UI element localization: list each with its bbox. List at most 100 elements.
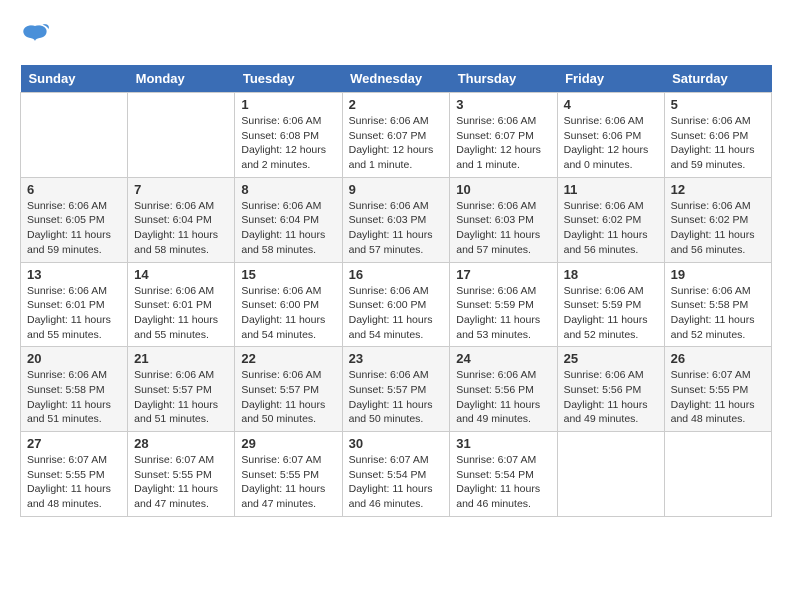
calendar-cell: 26 Sunrise: 6:07 AM Sunset: 5:55 PM Dayli…	[664, 347, 771, 432]
calendar-cell: 30 Sunrise: 6:07 AM Sunset: 5:54 PM Dayli…	[342, 432, 450, 517]
day-number: 6	[27, 182, 121, 197]
calendar-cell: 28 Sunrise: 6:07 AM Sunset: 5:55 PM Dayli…	[128, 432, 235, 517]
day-number: 27	[27, 436, 121, 451]
weekday-header-tuesday: Tuesday	[235, 65, 342, 93]
day-info: Sunrise: 6:06 AM Sunset: 6:00 PM Dayligh…	[349, 284, 444, 343]
calendar-cell: 21 Sunrise: 6:06 AM Sunset: 5:57 PM Dayli…	[128, 347, 235, 432]
day-info: Sunrise: 6:06 AM Sunset: 6:00 PM Dayligh…	[241, 284, 335, 343]
day-number: 19	[671, 267, 765, 282]
day-info: Sunrise: 6:06 AM Sunset: 5:59 PM Dayligh…	[456, 284, 550, 343]
day-info: Sunrise: 6:06 AM Sunset: 5:58 PM Dayligh…	[671, 284, 765, 343]
day-info: Sunrise: 6:07 AM Sunset: 5:55 PM Dayligh…	[134, 453, 228, 512]
calendar-cell: 1 Sunrise: 6:06 AM Sunset: 6:08 PM Daylig…	[235, 93, 342, 178]
calendar-header-row: SundayMondayTuesdayWednesdayThursdayFrid…	[21, 65, 772, 93]
calendar-cell: 7 Sunrise: 6:06 AM Sunset: 6:04 PM Daylig…	[128, 177, 235, 262]
calendar-cell: 15 Sunrise: 6:06 AM Sunset: 6:00 PM Dayli…	[235, 262, 342, 347]
day-number: 31	[456, 436, 550, 451]
calendar-cell: 16 Sunrise: 6:06 AM Sunset: 6:00 PM Dayli…	[342, 262, 450, 347]
day-number: 5	[671, 97, 765, 112]
calendar-cell: 11Sunrise: 6:06 AM Sunset: 6:02 PM Dayli…	[557, 177, 664, 262]
day-number: 29	[241, 436, 335, 451]
calendar-cell: 22 Sunrise: 6:06 AM Sunset: 5:57 PM Dayli…	[235, 347, 342, 432]
calendar-cell: 9Sunrise: 6:06 AM Sunset: 6:03 PM Daylig…	[342, 177, 450, 262]
day-info: Sunrise: 6:07 AM Sunset: 5:55 PM Dayligh…	[27, 453, 121, 512]
calendar-cell: 20 Sunrise: 6:06 AM Sunset: 5:58 PM Dayli…	[21, 347, 128, 432]
day-info: Sunrise: 6:06 AM Sunset: 5:56 PM Dayligh…	[564, 368, 658, 427]
weekday-header-saturday: Saturday	[664, 65, 771, 93]
day-number: 2	[349, 97, 444, 112]
day-number: 18	[564, 267, 658, 282]
day-number: 3	[456, 97, 550, 112]
day-info: Sunrise: 6:06 AM Sunset: 6:02 PM Dayligh…	[671, 199, 765, 258]
day-number: 25	[564, 351, 658, 366]
day-number: 8	[241, 182, 335, 197]
day-info: Sunrise: 6:06 AM Sunset: 6:07 PM Dayligh…	[349, 114, 444, 173]
day-info: Sunrise: 6:06 AM Sunset: 5:57 PM Dayligh…	[241, 368, 335, 427]
weekday-header-sunday: Sunday	[21, 65, 128, 93]
calendar-cell	[128, 93, 235, 178]
day-number: 22	[241, 351, 335, 366]
day-number: 17	[456, 267, 550, 282]
logo-icon	[20, 20, 50, 50]
calendar-cell: 17 Sunrise: 6:06 AM Sunset: 5:59 PM Dayli…	[450, 262, 557, 347]
day-info: Sunrise: 6:06 AM Sunset: 6:06 PM Dayligh…	[671, 114, 765, 173]
day-info: Sunrise: 6:06 AM Sunset: 5:57 PM Dayligh…	[134, 368, 228, 427]
day-number: 14	[134, 267, 228, 282]
calendar-cell: 14Sunrise: 6:06 AM Sunset: 6:01 PM Dayli…	[128, 262, 235, 347]
calendar-week-row: 27 Sunrise: 6:07 AM Sunset: 5:55 PM Dayli…	[21, 432, 772, 517]
day-number: 26	[671, 351, 765, 366]
day-info: Sunrise: 6:06 AM Sunset: 6:04 PM Dayligh…	[134, 199, 228, 258]
calendar-cell: 18 Sunrise: 6:06 AM Sunset: 5:59 PM Dayli…	[557, 262, 664, 347]
page-header	[20, 20, 772, 55]
calendar-cell: 10 Sunrise: 6:06 AM Sunset: 6:03 PM Dayli…	[450, 177, 557, 262]
day-info: Sunrise: 6:06 AM Sunset: 5:56 PM Dayligh…	[456, 368, 550, 427]
calendar-cell: 23Sunrise: 6:06 AM Sunset: 5:57 PM Dayli…	[342, 347, 450, 432]
calendar-cell: 3 Sunrise: 6:06 AM Sunset: 6:07 PM Daylig…	[450, 93, 557, 178]
day-info: Sunrise: 6:06 AM Sunset: 6:05 PM Dayligh…	[27, 199, 121, 258]
day-number: 10	[456, 182, 550, 197]
weekday-header-wednesday: Wednesday	[342, 65, 450, 93]
day-info: Sunrise: 6:06 AM Sunset: 6:08 PM Dayligh…	[241, 114, 335, 173]
calendar-cell	[557, 432, 664, 517]
calendar-week-row: 13 Sunrise: 6:06 AM Sunset: 6:01 PM Dayli…	[21, 262, 772, 347]
day-number: 11	[564, 182, 658, 197]
calendar-cell: 2 Sunrise: 6:06 AM Sunset: 6:07 PM Daylig…	[342, 93, 450, 178]
logo	[20, 20, 54, 55]
day-number: 21	[134, 351, 228, 366]
day-number: 7	[134, 182, 228, 197]
day-info: Sunrise: 6:06 AM Sunset: 6:07 PM Dayligh…	[456, 114, 550, 173]
calendar-cell: 31Sunrise: 6:07 AM Sunset: 5:54 PM Dayli…	[450, 432, 557, 517]
calendar-table: SundayMondayTuesdayWednesdayThursdayFrid…	[20, 65, 772, 517]
calendar-cell: 25 Sunrise: 6:06 AM Sunset: 5:56 PM Dayli…	[557, 347, 664, 432]
day-number: 16	[349, 267, 444, 282]
day-number: 24	[456, 351, 550, 366]
calendar-cell: 4Sunrise: 6:06 AM Sunset: 6:06 PM Daylig…	[557, 93, 664, 178]
day-number: 1	[241, 97, 335, 112]
weekday-header-monday: Monday	[128, 65, 235, 93]
calendar-cell	[21, 93, 128, 178]
day-number: 15	[241, 267, 335, 282]
calendar-cell: 6 Sunrise: 6:06 AM Sunset: 6:05 PM Daylig…	[21, 177, 128, 262]
day-number: 12	[671, 182, 765, 197]
day-info: Sunrise: 6:06 AM Sunset: 5:58 PM Dayligh…	[27, 368, 121, 427]
calendar-week-row: 1 Sunrise: 6:06 AM Sunset: 6:08 PM Daylig…	[21, 93, 772, 178]
day-number: 9	[349, 182, 444, 197]
day-number: 28	[134, 436, 228, 451]
weekday-header-thursday: Thursday	[450, 65, 557, 93]
day-info: Sunrise: 6:06 AM Sunset: 5:59 PM Dayligh…	[564, 284, 658, 343]
day-info: Sunrise: 6:07 AM Sunset: 5:54 PM Dayligh…	[349, 453, 444, 512]
day-info: Sunrise: 6:06 AM Sunset: 6:03 PM Dayligh…	[456, 199, 550, 258]
calendar-cell: 19 Sunrise: 6:06 AM Sunset: 5:58 PM Dayli…	[664, 262, 771, 347]
day-number: 13	[27, 267, 121, 282]
calendar-cell: 24 Sunrise: 6:06 AM Sunset: 5:56 PM Dayli…	[450, 347, 557, 432]
day-number: 20	[27, 351, 121, 366]
weekday-header-friday: Friday	[557, 65, 664, 93]
calendar-cell: 12 Sunrise: 6:06 AM Sunset: 6:02 PM Dayli…	[664, 177, 771, 262]
day-info: Sunrise: 6:06 AM Sunset: 6:01 PM Dayligh…	[27, 284, 121, 343]
calendar-cell: 5 Sunrise: 6:06 AM Sunset: 6:06 PM Daylig…	[664, 93, 771, 178]
day-number: 30	[349, 436, 444, 451]
calendar-cell: 8 Sunrise: 6:06 AM Sunset: 6:04 PM Daylig…	[235, 177, 342, 262]
day-info: Sunrise: 6:06 AM Sunset: 5:57 PM Dayligh…	[349, 368, 444, 427]
day-info: Sunrise: 6:07 AM Sunset: 5:55 PM Dayligh…	[671, 368, 765, 427]
day-info: Sunrise: 6:06 AM Sunset: 6:04 PM Dayligh…	[241, 199, 335, 258]
